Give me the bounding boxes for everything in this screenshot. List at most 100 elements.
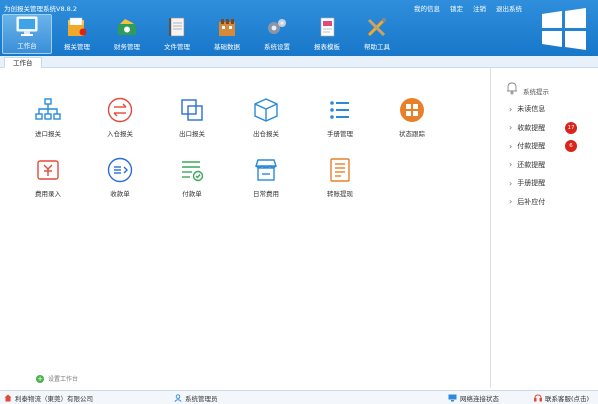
tile-label: 日常费用 (253, 190, 279, 198)
network-icon (448, 394, 457, 402)
toolbar-label: 文件管理 (164, 43, 190, 51)
tile-label: 收款单 (110, 190, 130, 198)
tile-label: 手册管理 (327, 130, 353, 138)
finance-icon (118, 19, 136, 35)
chevron-right-icon: › (509, 160, 513, 170)
tip-manual[interactable]: › 手册提醒 (509, 174, 589, 193)
bell-icon (507, 82, 517, 95)
tile-label: 出口报关 (179, 130, 205, 138)
tile-warehouse-out[interactable]: 出仓报关 (236, 96, 296, 146)
tip-payment[interactable]: › 付款提醒 6 (509, 137, 589, 156)
chevron-right-icon: › (509, 123, 513, 133)
user-icon (174, 394, 182, 402)
tile-import-declaration[interactable]: 进口报关 (18, 96, 78, 146)
headset-icon (534, 394, 542, 402)
home-icon (4, 394, 12, 402)
tip-label: 后补应付 (517, 197, 546, 206)
toolbar-label: 基础数据 (214, 43, 240, 51)
plus-icon: + (36, 374, 44, 383)
building-icon (219, 19, 235, 36)
tile-payment[interactable]: 付款单 (162, 156, 222, 206)
count-badge: 17 (565, 121, 577, 134)
org-chart-icon (35, 98, 61, 120)
status-grid-icon (400, 98, 424, 122)
tile-daily-expense[interactable]: 日常费用 (236, 156, 296, 206)
report-icon (320, 17, 335, 37)
tile-expense-entry[interactable]: 费用录入 (18, 156, 78, 206)
receipt-icon (107, 157, 133, 183)
monitor-icon (16, 16, 38, 36)
tile-label: 付款单 (182, 190, 202, 198)
system-tips-title: 系统提示 (523, 88, 549, 96)
exit-link[interactable]: 退出系统 (496, 3, 522, 13)
transfer-doc-icon (330, 158, 350, 182)
toolbar-label: 系统设置 (264, 43, 290, 51)
tile-label: 进口报关 (35, 130, 61, 138)
tile-label: 出仓报关 (253, 130, 279, 138)
workbench-grid: 进口报关 入仓报关 出口报关 出仓报关 手册管理 状态跟踪 费用录入 收款单 付… (0, 68, 490, 388)
tile-label: 入仓报关 (107, 130, 133, 138)
tab-bar: 工作台 (0, 56, 598, 68)
toolbar-files[interactable]: 文件管理 (152, 14, 202, 54)
tile-warehouse-in[interactable]: 入仓报关 (90, 96, 150, 146)
count-badge: 6 (565, 140, 577, 153)
toolbar-finance[interactable]: 财务管理 (102, 14, 152, 54)
tip-label: 还款提醒 (517, 160, 546, 169)
gear-icon (268, 19, 286, 34)
toolbar-help[interactable]: 帮助工具 (352, 14, 402, 54)
tile-transfer-withdraw[interactable]: 转账提现 (310, 156, 370, 206)
windows-logo-icon (542, 8, 586, 50)
main-toolbar: 工作台 报关管理 财务管理 文件管理 基础数据 系统设置 报表模板 帮助工具 (2, 14, 402, 54)
toolbar-workbench[interactable]: 工作台 (2, 14, 52, 54)
shop-icon (255, 159, 277, 181)
tile-receipt[interactable]: 收款单 (90, 156, 150, 206)
company-name: 利泰物流（東莞）有限公司 (15, 395, 93, 403)
tab-workbench[interactable]: 工作台 (4, 57, 42, 68)
tip-unread[interactable]: › 未读信息 (509, 100, 589, 119)
set-workbench-button[interactable]: + 设置工作台 (36, 374, 78, 383)
notebook-icon (169, 17, 185, 37)
chevron-right-icon: › (509, 104, 513, 114)
logout-link[interactable]: 注销 (473, 3, 486, 13)
tile-label: 状态跟踪 (399, 130, 425, 138)
tip-label: 付款提醒 (517, 142, 546, 151)
tile-export-declaration[interactable]: 出口报关 (162, 96, 222, 146)
transfer-icon (107, 97, 133, 123)
app-title: 为创报关管理系统V8.8.2 (4, 5, 77, 13)
tip-payable[interactable]: › 后补应付 (509, 193, 589, 212)
my-info-link[interactable]: 我的信息 (414, 3, 440, 13)
chevron-right-icon: › (509, 197, 513, 207)
network-status: 网络连接状态 (460, 395, 499, 403)
tip-repayment[interactable]: › 还款提醒 (509, 156, 589, 175)
top-links: 我的信息 锁定 注销 退出系统 (414, 3, 522, 13)
tip-label: 收款提醒 (517, 123, 546, 132)
copy-icon (181, 99, 203, 121)
chevron-right-icon: › (509, 141, 513, 151)
tips-list: › 未读信息 › 收款提醒 17 › 付款提醒 6 › 还款提醒 › 手册提醒 … (509, 100, 589, 211)
tile-manual-management[interactable]: 手册管理 (310, 96, 370, 146)
toolbar-basedata[interactable]: 基础数据 (202, 14, 252, 54)
lock-link[interactable]: 锁定 (450, 3, 463, 13)
toolbar-label: 财务管理 (114, 43, 140, 51)
contact-support-button[interactable]: 联系客服(点击) (534, 393, 589, 403)
tip-label: 手册提醒 (517, 179, 546, 188)
yen-input-icon (37, 160, 59, 180)
tip-label: 未读信息 (517, 105, 546, 114)
toolbar-label: 报关管理 (64, 43, 90, 51)
toolbar-label: 工作台 (17, 42, 37, 50)
support-label: 联系客服(点击) (545, 395, 590, 403)
toolbar-label: 报表模板 (314, 43, 340, 51)
toolbar-customs[interactable]: 报关管理 (52, 14, 102, 54)
toolbar-label: 帮助工具 (364, 43, 390, 51)
tile-status-tracking[interactable]: 状态跟踪 (382, 96, 442, 146)
payment-list-icon (182, 161, 204, 182)
status-network: 网络连接状态 (448, 393, 499, 403)
toolbar-reports[interactable]: 报表模板 (302, 14, 352, 54)
tile-label: 转账提现 (327, 190, 353, 198)
user-name: 系统管理员 (185, 395, 218, 403)
status-company: 利泰物流（東莞）有限公司 (4, 393, 93, 403)
chevron-right-icon: › (509, 178, 513, 188)
tip-collection[interactable]: › 收款提醒 17 (509, 119, 589, 138)
toolbar-settings[interactable]: 系统设置 (252, 14, 302, 54)
status-bar: 利泰物流（東莞）有限公司 系统管理员 网络连接状态 联系客服(点击) (0, 390, 598, 404)
